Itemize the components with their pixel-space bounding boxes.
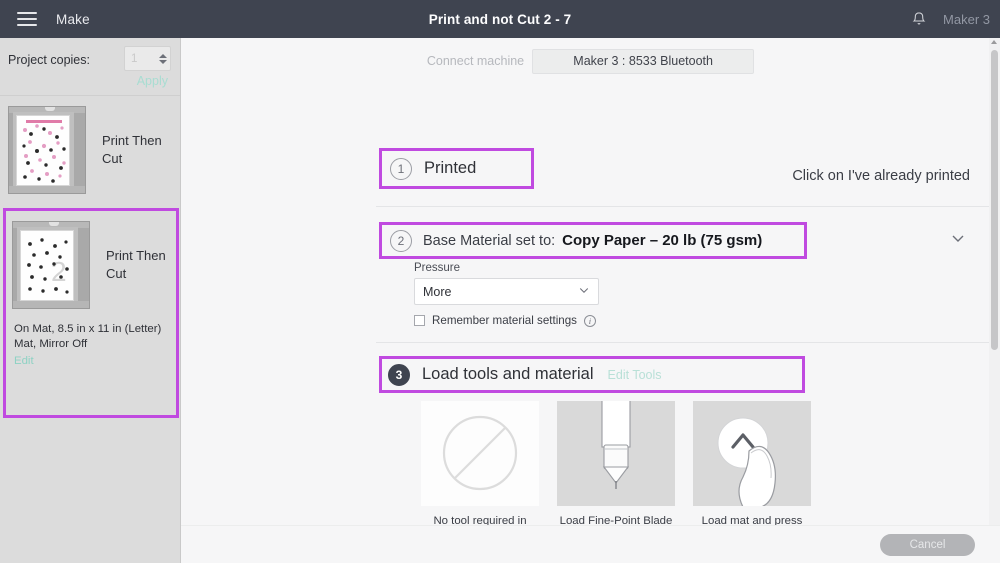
footer-bar: Cancel [181, 525, 1000, 563]
remember-material-checkbox[interactable] [414, 315, 425, 326]
hamburger-menu-icon[interactable] [8, 0, 46, 38]
bell-icon[interactable] [911, 11, 927, 28]
divider-1 [376, 206, 1000, 207]
tool-card-load-mat: Load mat and press Load/Unload button i [693, 401, 811, 525]
load-unload-button-icon [693, 401, 811, 506]
tool-caption-line1-a: No tool required in [433, 515, 527, 525]
remember-material-label: Remember material settings [432, 314, 577, 327]
tool-card-clamp-b: Load Fine-Point Blade in Clamp B i [557, 401, 675, 525]
app-root: Make Print and not Cut 2 - 7 Maker 3 Pro… [0, 0, 1000, 563]
selected-mat-meta: On Mat, 8.5 in x 11 in (Letter) Mat, Mir… [6, 318, 176, 369]
step-2-base-material-highlight[interactable]: 2 Base Material set to: Copy Paper – 20 … [379, 222, 807, 259]
scroll-up-icon[interactable] [991, 40, 997, 44]
step-3-badge: 3 [388, 363, 410, 386]
project-copies-row: Project copies: 1 Apply [0, 38, 180, 95]
mat-preview-art-1 [22, 119, 66, 183]
step-1-printed-highlight[interactable]: 1 Printed [379, 148, 534, 189]
mat-row-2: 2 Print Then Cut [6, 211, 176, 318]
step-2-label: Base Material set to: [423, 232, 556, 249]
project-copies-label: Project copies: [8, 53, 90, 67]
step-1-badge: 1 [390, 157, 412, 180]
tool-caption-line1-c: Load mat and press [701, 515, 803, 525]
pressure-value: More [423, 284, 452, 299]
edit-mat-link[interactable]: Edit [14, 354, 168, 369]
remember-material-row[interactable]: Remember material settings i [414, 314, 599, 327]
scrollbar-thumb[interactable] [991, 50, 998, 350]
edit-tools-link[interactable]: Edit Tools [608, 368, 662, 382]
user-label[interactable]: Maker 3 [943, 12, 990, 27]
chevron-down-icon[interactable] [950, 230, 966, 246]
make-label[interactable]: Make [56, 12, 90, 27]
selected-mat-description: On Mat, 8.5 in x 11 in (Letter) Mat, Mir… [14, 323, 162, 350]
pressure-label: Pressure [414, 262, 461, 274]
topbar-right-group: Maker 3 [911, 0, 990, 38]
already-printed-link[interactable]: Click on I've already printed [792, 168, 970, 184]
project-copies-stepper[interactable]: 1 [124, 46, 171, 71]
info-icon[interactable]: i [583, 314, 596, 327]
step-3-label: Load tools and material [422, 365, 594, 383]
stepper-up-icon[interactable] [158, 53, 167, 58]
mat-list-item-1[interactable]: Print Then Cut [0, 96, 180, 203]
tools-row: No tool required in Clamp A Load Fine-Po… [421, 401, 811, 525]
mat-thumbnail-1 [8, 105, 86, 194]
tool-caption-load-mat: Load mat and press Load/Unload button i [693, 514, 811, 525]
tool-caption-line1-b: Load Fine-Point Blade in [559, 515, 673, 525]
apply-link[interactable]: Apply [137, 74, 168, 88]
pressure-select[interactable]: More [414, 278, 599, 305]
main-scrollbar[interactable] [989, 38, 1000, 525]
top-bar: Make Print and not Cut 2 - 7 Maker 3 [0, 0, 1000, 38]
base-material-value[interactable]: Copy Paper – 20 lb (75 gsm) [562, 232, 762, 249]
tool-caption-clamp-a: No tool required in Clamp A [421, 514, 539, 525]
main-panel: Connect machine Maker 3 : 8533 Bluetooth… [181, 38, 1000, 525]
project-title: Print and not Cut 2 - 7 [428, 11, 572, 27]
connect-machine-label: Connect machine [426, 54, 525, 68]
mat-preview-art-2: 2 [27, 237, 69, 294]
tool-caption-clamp-b: Load Fine-Point Blade in Clamp B i [557, 514, 675, 525]
left-sidebar: Project copies: 1 Apply Print Then Cut 2… [0, 38, 181, 563]
chevron-down-icon [578, 284, 590, 299]
pressure-group: Pressure More Remember material settings… [414, 262, 599, 327]
project-copies-value[interactable]: 1 [125, 53, 155, 65]
cancel-button[interactable]: Cancel [880, 534, 975, 556]
mat-badge-number: 2 [51, 256, 67, 287]
machine-selector[interactable]: Maker 3 : 8533 Bluetooth [532, 48, 755, 74]
step-2-badge: 2 [390, 229, 412, 252]
divider-2 [376, 342, 1000, 343]
fine-point-blade-icon [557, 401, 675, 506]
mat-list-item-2-selected[interactable]: 2 Print Then Cut On Mat, 8.5 in x 11 in … [3, 208, 179, 418]
connect-machine-row: Connect machine Maker 3 : 8533 Bluetooth [181, 38, 1000, 78]
no-tool-icon [421, 401, 539, 506]
step-3-load-tools-highlight[interactable]: 3 Load tools and material Edit Tools [379, 356, 805, 393]
mat-label-1: Print Then Cut [102, 132, 162, 166]
stepper-arrows[interactable] [155, 47, 170, 70]
step-1-label: Printed [424, 159, 477, 177]
tool-card-clamp-a: No tool required in Clamp A [421, 401, 539, 525]
mat-label-2: Print Then Cut [106, 247, 166, 281]
stepper-down-icon[interactable] [158, 59, 167, 64]
mat-thumbnail-2: 2 [12, 220, 90, 309]
